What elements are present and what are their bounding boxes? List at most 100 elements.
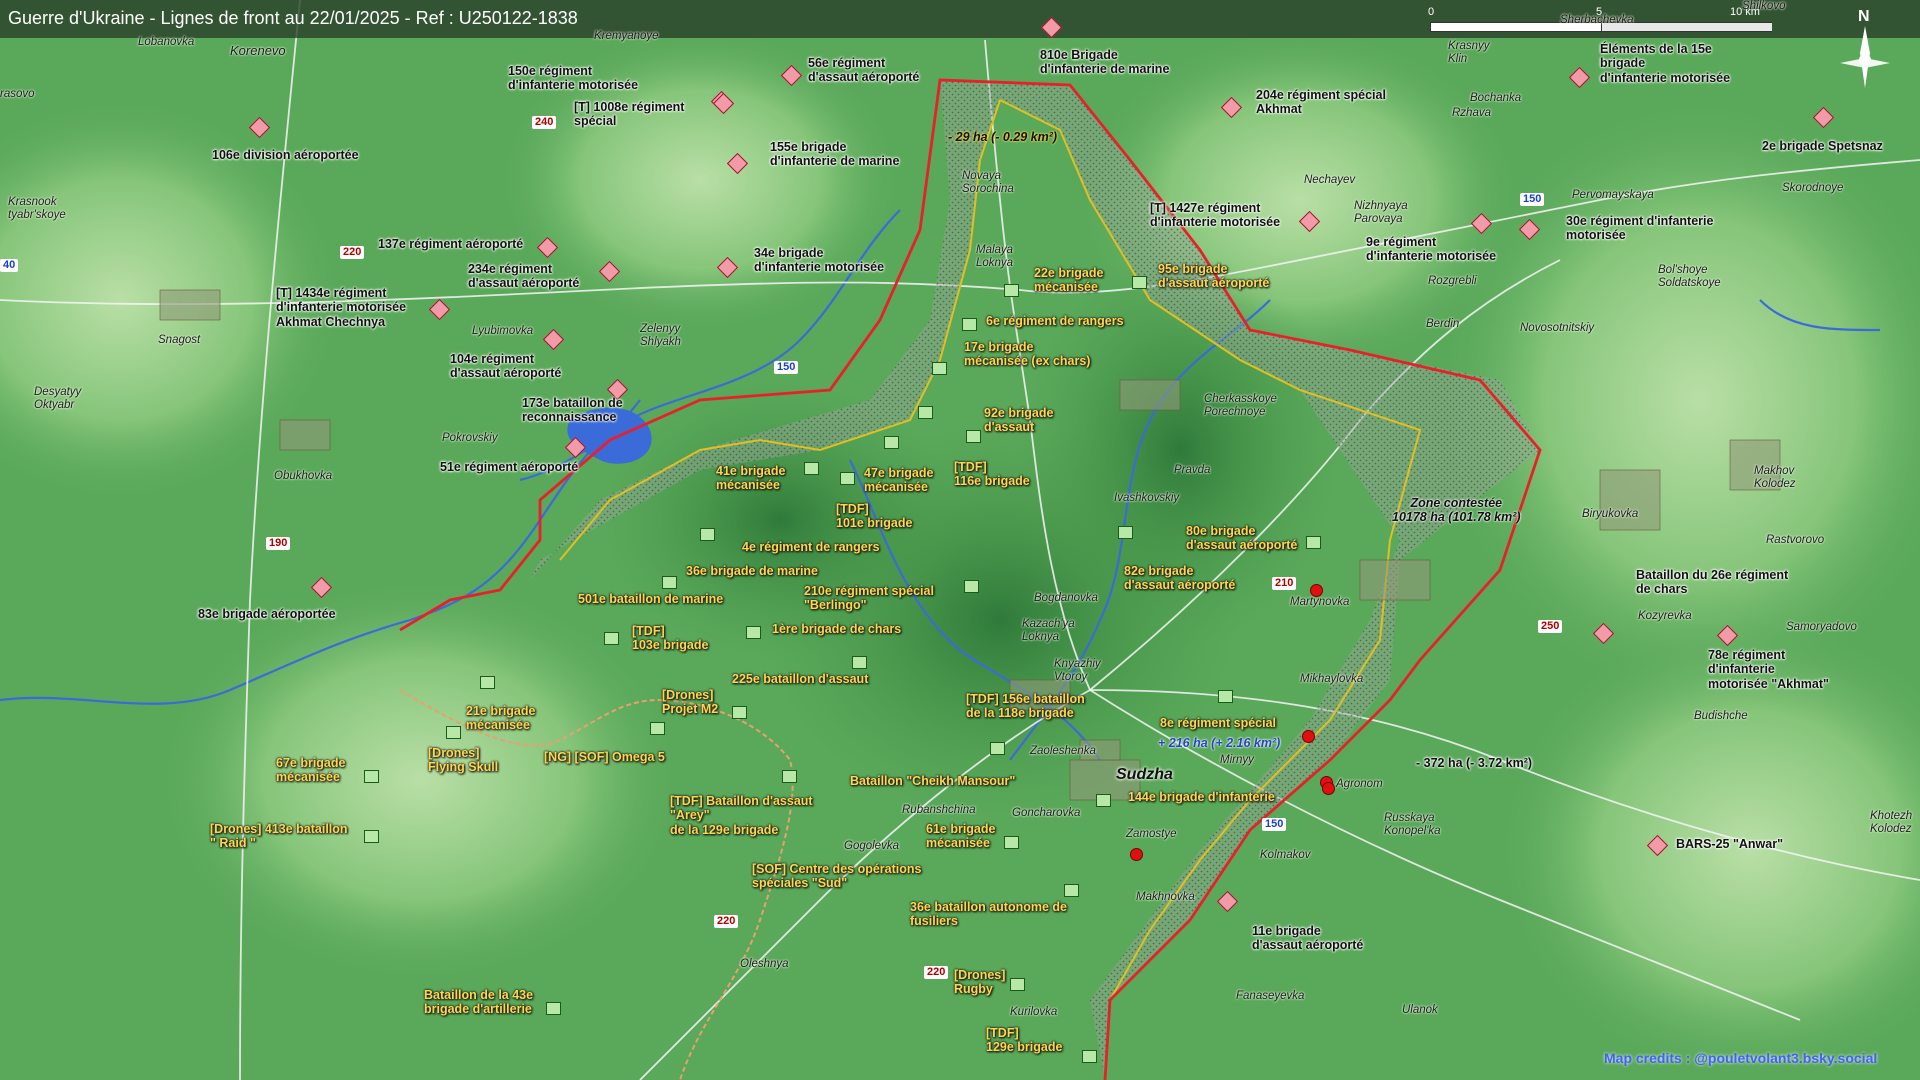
ukrainian-unit-label: 47e brigade mécanisée xyxy=(864,466,934,495)
russian-unit-label: 11e brigade d'assaut aéroporté xyxy=(1252,924,1364,953)
ukrainian-unit-icon xyxy=(650,722,665,735)
ukrainian-unit-label: 95e brigade d'assaut aéroporté xyxy=(1158,262,1270,291)
place-label: Pravda xyxy=(1174,464,1211,476)
place-label: Krasnyy Klin xyxy=(1448,40,1490,66)
place-label: Bochanka xyxy=(1470,92,1522,104)
russian-unit-label: [T] 1008e régiment spécial xyxy=(574,100,685,129)
ukrainian-unit-icon xyxy=(1306,536,1321,549)
russian-unit-label: [T] 1434e régiment d'infanterie motorisé… xyxy=(276,286,407,329)
place-label: Nechayev xyxy=(1304,174,1356,186)
ukrainian-unit-label: 41e brigade mécanisée xyxy=(716,464,786,493)
russian-unit-label: 104e régiment d'assaut aéroporté xyxy=(450,352,562,381)
place-label: Russkaya Konopel'ka xyxy=(1384,812,1441,838)
ukrainian-unit-icon xyxy=(746,626,761,639)
ukrainian-unit-label: [Drones] Flying Skull xyxy=(428,746,499,775)
place-label: Novosotnitskiy xyxy=(1520,322,1595,334)
place-label: Knyazhiy Vtoroy xyxy=(1054,658,1101,684)
place-label: Bol'shoye Soldatskoye xyxy=(1658,264,1721,290)
ukrainian-unit-icon xyxy=(1010,978,1025,991)
road-number: 150 xyxy=(1520,193,1545,206)
place-label: Rozgrebli xyxy=(1428,275,1477,287)
ukrainian-unit-label: [TDF] 156e bataillon de la 118e brigade xyxy=(966,692,1085,721)
place-label: Krasnook tyabr'skoye xyxy=(8,196,66,222)
ukrainian-unit-label: [NG] [SOF] Omega 5 xyxy=(544,750,665,764)
ukrainian-unit-label: 92e brigade d'assaut xyxy=(984,406,1054,435)
ukrainian-unit-label: 67e brigade mécanisée xyxy=(276,756,346,785)
ukrainian-unit-label: [TDF] Bataillon d'assaut "Arey" de la 12… xyxy=(670,794,813,837)
place-label: rasovo xyxy=(0,88,35,100)
russian-unit-label: 137e régiment aéroporté xyxy=(378,237,524,251)
red-point xyxy=(1130,848,1143,861)
ukrainian-unit-label: 61e brigade mécanisée xyxy=(926,822,996,851)
road-number: 40 xyxy=(0,259,19,272)
place-label: Snagost xyxy=(158,334,201,346)
map-credits[interactable]: Map credits : @pouletvolant3.bsky.social xyxy=(1604,1050,1877,1066)
ukrainian-unit-icon xyxy=(546,1002,561,1015)
road-number: 250 xyxy=(1538,620,1563,633)
ukrainian-unit-icon xyxy=(962,318,977,331)
gain-sudzha-label: + 216 ha (+ 2.16 km²) xyxy=(1158,736,1281,750)
place-label: Ivashkovskiy xyxy=(1114,492,1180,504)
place-label: Makhnovka xyxy=(1136,891,1195,903)
place-label: Shilkovo xyxy=(1742,0,1786,12)
place-label: Bogdanovka xyxy=(1034,592,1098,604)
ukrainian-unit-icon xyxy=(966,430,981,443)
place-label: Berdin xyxy=(1426,318,1460,330)
place-label: Samoryadovo xyxy=(1786,621,1857,633)
place-label: Korenevo xyxy=(230,43,286,58)
place-label: Cherkasskoye Porechnoye xyxy=(1204,393,1277,419)
ukrainian-unit-icon xyxy=(700,528,715,541)
place-label: Ulanok xyxy=(1402,1004,1438,1016)
place-label: Khotezh Kolodez xyxy=(1870,810,1913,836)
ukrainian-unit-label: 22e brigade mécanisée xyxy=(1034,266,1104,295)
place-label: Kurilovka xyxy=(1010,1006,1058,1018)
place-label: Rastvorovo xyxy=(1766,534,1825,546)
place-label: Martynovka xyxy=(1290,596,1350,608)
ukrainian-unit-label: 80e brigade d'assaut aéroporté xyxy=(1186,524,1298,553)
ukrainian-unit-icon xyxy=(1004,284,1019,297)
place-label: Kozyrevka xyxy=(1638,610,1692,622)
ukrainian-unit-label: 17e brigade mécanisée (ex chars) xyxy=(964,340,1091,369)
place-label: Agronom xyxy=(1336,778,1383,790)
scale-label-start: 0 xyxy=(1428,6,1435,18)
place-label: Pokrovskiy xyxy=(442,432,498,444)
ukrainian-unit-icon xyxy=(1132,276,1147,289)
ukrainian-unit-label: 36e brigade de marine xyxy=(686,564,819,578)
ukrainian-unit-label: [TDF] 101e brigade xyxy=(836,502,913,531)
place-label: Nizhnyaya Parovaya xyxy=(1354,200,1408,226)
road-number: 150 xyxy=(774,361,799,374)
russian-unit-label: 155e brigade d'infanterie de marine xyxy=(770,140,900,169)
place-label: Lobanovka xyxy=(138,36,195,48)
place-label: Fanaseyevka xyxy=(1236,990,1305,1002)
road-number: 220 xyxy=(924,966,949,979)
ukrainian-unit-icon xyxy=(918,406,933,419)
russian-unit-label: 34e brigade d'infanterie motorisée xyxy=(754,246,885,275)
place-label: Sherbachevka xyxy=(1560,14,1634,26)
russian-unit-label: 2e brigade Spetsnaz xyxy=(1762,139,1883,153)
ukrainian-unit-label: [Drones] Projet M2 xyxy=(662,688,719,717)
place-label: Rubanshchina xyxy=(902,804,976,816)
ukrainian-unit-label: [TDF] 103e brigade xyxy=(632,624,709,653)
russian-unit-label: 810e Brigade d'infanterie de marine xyxy=(1040,48,1170,77)
ukrainian-unit-icon xyxy=(804,462,819,475)
place-label: Mikhaylovka xyxy=(1300,673,1364,685)
place-label: Budishche xyxy=(1694,710,1748,722)
ukrainian-unit-icon xyxy=(964,580,979,593)
place-label: Zaoleshenka xyxy=(1030,745,1096,757)
russian-unit-label: [T] 1427e régiment d'infanterie motorisé… xyxy=(1150,201,1281,230)
ukrainian-unit-icon xyxy=(1218,690,1233,703)
ukrainian-unit-icon xyxy=(1082,1050,1097,1063)
ukrainian-unit-label: 8e régiment spécial xyxy=(1160,716,1277,730)
russian-unit-label: 56e régiment d'assaut aéroporté xyxy=(808,56,920,85)
ukrainian-unit-icon xyxy=(446,726,461,739)
place-label: Zamostye xyxy=(1126,828,1177,840)
russian-unit-label: 150e régiment d'infanterie motorisée xyxy=(508,64,639,93)
place-label: Kremyanoye xyxy=(594,30,659,42)
ukrainian-unit-icon xyxy=(884,436,899,449)
ukrainian-unit-icon xyxy=(364,770,379,783)
ukrainian-unit-label: Bataillon "Cheikh Mansour" xyxy=(850,774,1016,788)
road-number: 210 xyxy=(1272,577,1297,590)
russian-unit-label: 173e bataillon de reconnaissance xyxy=(522,396,623,425)
red-point xyxy=(1322,782,1335,795)
red-point xyxy=(1310,584,1323,597)
